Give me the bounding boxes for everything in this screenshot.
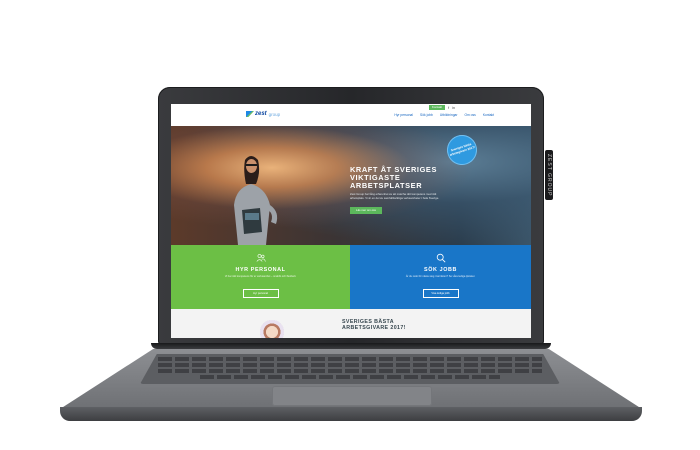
device-side-label: ZEST GROUP — [545, 150, 553, 201]
panel-right-text: Är du redo för nästa steg i karriären? S… — [405, 275, 476, 278]
laptop-hinge — [151, 343, 551, 349]
search-icon — [436, 253, 446, 263]
visa-jobb-button[interactable]: Visa lediga jobb — [422, 289, 459, 298]
laptop-touchpad — [272, 386, 432, 406]
site-header: zest group Kontakt f in Hyr personal Sök… — [171, 104, 531, 127]
keyboard-spacebar-row — [200, 375, 500, 379]
award-badge[interactable]: Sveriges bästa arbetsgivare 2017! — [443, 131, 481, 169]
main-nav: Hyr personal Sök jobb Utbildningar Om os… — [394, 113, 494, 117]
topbar-contact-button[interactable]: Kontakt — [429, 105, 445, 110]
nav-item-hyr-personal[interactable]: Hyr personal — [394, 113, 413, 117]
logo-mark-icon — [246, 110, 254, 118]
hero-person-image — [234, 156, 278, 245]
award-section: SVERIGES BÄSTA ARBETSGIVARE 2017! — [171, 309, 531, 338]
logo-brand: zest — [255, 111, 267, 117]
keyboard-row — [158, 369, 542, 373]
linkedin-icon[interactable]: in — [452, 105, 455, 110]
panel-sok-jobb: SÖK JOBB Är du redo för nästa steg i kar… — [350, 245, 531, 309]
laptop-keyboard — [140, 354, 560, 384]
hero-body: Zest Group har lång erfarenhet av att ma… — [350, 192, 440, 200]
hero-title: KRAFT ÅT SVERIGES VIKTIGASTE ARBETSPLATS… — [350, 165, 437, 190]
award-section-title: SVERIGES BÄSTA ARBETSGIVARE 2017! — [342, 319, 406, 331]
panel-right-title: SÖK JOBB — [424, 267, 457, 273]
panel-left-text: Vi har rätt kompetens för er verksamhet … — [224, 275, 297, 278]
people-icon — [256, 254, 266, 262]
nav-item-utbildningar[interactable]: Utbildningar — [440, 113, 458, 117]
laptop-front-edge — [60, 407, 642, 421]
nav-item-kontakt[interactable]: Kontakt — [483, 113, 494, 117]
hero-cta-button[interactable]: Läs mer om oss — [350, 207, 382, 214]
nav-item-om-oss[interactable]: Om oss — [464, 113, 475, 117]
panel-hyr-personal: HYR PERSONAL Vi har rätt kompetens för e… — [171, 245, 350, 309]
hyr-personal-button[interactable]: Hyr personal — [242, 289, 279, 298]
logo-tag: group — [268, 111, 281, 117]
panel-left-title: HYR PERSONAL — [235, 267, 286, 273]
facebook-icon[interactable]: f — [448, 105, 449, 110]
keyboard-row — [158, 357, 542, 361]
nav-item-sok-jobb[interactable]: Sök jobb — [420, 113, 433, 117]
laptop-screen: zest group Kontakt f in Hyr personal Sök… — [171, 104, 531, 338]
award-seal-image — [260, 320, 284, 338]
keyboard-row — [158, 363, 542, 367]
hero-section: Sveriges bästa arbetsgivare 2017! KRAFT … — [171, 126, 531, 245]
site-logo[interactable]: zest group — [246, 110, 280, 118]
